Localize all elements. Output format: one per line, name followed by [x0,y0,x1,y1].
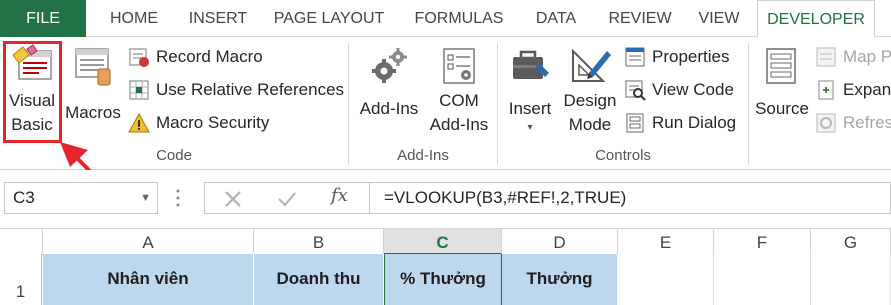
column-header[interactable]: F [714,228,811,255]
properties-button[interactable]: Properties [624,43,729,71]
macro-security-button[interactable]: Macro Security [128,109,269,137]
tab-review[interactable]: REVIEW [598,0,682,37]
tab-insert[interactable]: INSERT [178,0,258,37]
worksheet-grid: A B C D E F G 1 Nhân viên Doanh thu % Th… [0,228,891,305]
ribbon-developer: Visual Basic Macros Record Macro Use Rel… [0,37,891,170]
use-relative-references-label: Use Relative References [156,80,345,99]
view-code-icon [625,80,646,101]
table-header-cell[interactable]: Nhân viên [43,254,254,305]
formula-input[interactable]: =VLOOKUP(B3,#REF!,2,TRUE) [369,182,891,214]
add-ins-label: Add-Ins [359,99,419,118]
warning-icon [128,112,150,133]
relative-references-icon [129,80,149,100]
resize-handle-icon[interactable] [176,187,180,209]
view-code-label: View Code [652,80,734,99]
macro-security-label: Macro Security [156,113,270,132]
tab-home[interactable]: HOME [96,0,172,37]
refresh-data-label: Refres [843,113,891,132]
com-add-ins-label-2: Add-Ins [429,115,489,134]
record-macro-button[interactable]: Record Macro [128,43,263,71]
macros-icon [75,48,111,86]
gear-icon [372,48,407,83]
record-macro-label: Record Macro [156,47,263,66]
formula-bar: C3 ▼ fx =VLOOKUP(B3,#REF!,2,TRUE) [0,170,891,228]
run-dialog-button[interactable]: Run Dialog [624,109,736,137]
name-box[interactable]: C3 ▼ [4,182,158,214]
group-label-code: Code [156,147,192,164]
column-header-selected[interactable]: C [384,228,502,255]
record-macro-icon [129,48,149,67]
empty-cell[interactable] [618,254,714,305]
column-header[interactable]: A [43,228,254,255]
highlight-box [3,41,62,143]
add-ins-button[interactable]: Add-Ins [352,43,426,121]
design-mode-label-1: Design [563,91,617,110]
select-all-corner[interactable] [0,228,43,255]
enter-icon[interactable] [275,187,299,211]
group-label-add-ins: Add-Ins [397,147,449,164]
tab-page-layout[interactable]: PAGE LAYOUT [264,0,394,37]
design-mode-button[interactable]: Design Mode [560,43,620,137]
empty-cell[interactable] [811,254,891,305]
table-header-cell[interactable]: % Thưởng [384,254,502,305]
refresh-icon [816,113,836,133]
insert-function-button[interactable]: fx [331,185,348,206]
insert-control-button[interactable]: Insert ▾ [502,43,558,135]
toolbox-icon [513,50,549,79]
tab-data[interactable]: DATA [523,0,589,37]
source-button[interactable]: Source [752,43,812,121]
table-header-cell[interactable]: Doanh thu [254,254,384,305]
chevron-down-icon[interactable]: ▼ [140,183,151,213]
formula-buttons: fx [204,182,369,214]
column-header[interactable]: G [811,228,891,255]
tab-view[interactable]: VIEW [689,0,749,37]
xml-source-icon [766,48,796,84]
run-dialog-label: Run Dialog [652,113,737,132]
name-box-value: C3 [13,188,35,207]
design-mode-icon [572,48,611,82]
view-code-button[interactable]: View Code [624,76,734,104]
map-properties-button[interactable]: Map P [815,43,891,71]
macros-label: Macros [65,103,121,122]
run-dialog-icon [626,113,644,133]
com-add-ins-button[interactable]: COM Add-Ins [424,43,494,137]
map-properties-icon [816,47,836,67]
refresh-data-button[interactable]: Refres [815,109,891,137]
cancel-icon[interactable] [221,187,245,211]
insert-control-label: Insert [508,99,552,118]
column-header[interactable]: E [618,228,714,255]
column-header[interactable]: B [254,228,384,255]
row-header[interactable]: 1 [0,254,42,305]
map-properties-label: Map P [843,47,891,66]
use-relative-references-button[interactable]: Use Relative References [128,76,344,104]
tab-developer[interactable]: DEVELOPER [757,0,875,38]
properties-label: Properties [652,47,730,66]
empty-cell[interactable] [714,254,811,305]
expansion-packs-icon [818,80,834,100]
column-header[interactable]: D [502,228,618,255]
macros-button[interactable]: Macros [63,43,123,125]
table-header-cell[interactable]: Thưởng [502,254,618,305]
tab-formulas[interactable]: FORMULAS [403,0,515,37]
chevron-down-icon: ▾ [527,122,533,133]
design-mode-label-2: Mode [568,115,612,134]
com-add-ins-label-1: COM [439,91,479,110]
expansion-packs-label: Expans [843,80,891,99]
com-add-ins-icon [443,48,475,84]
ribbon-tab-bar: FILE HOME INSERT PAGE LAYOUT FORMULAS DA… [0,0,891,38]
expansion-packs-button[interactable]: Expans [815,76,891,104]
group-label-controls: Controls [595,147,651,164]
tab-file[interactable]: FILE [0,0,86,37]
properties-icon [625,47,645,67]
group-separator [748,43,749,165]
source-label: Source [755,99,809,118]
